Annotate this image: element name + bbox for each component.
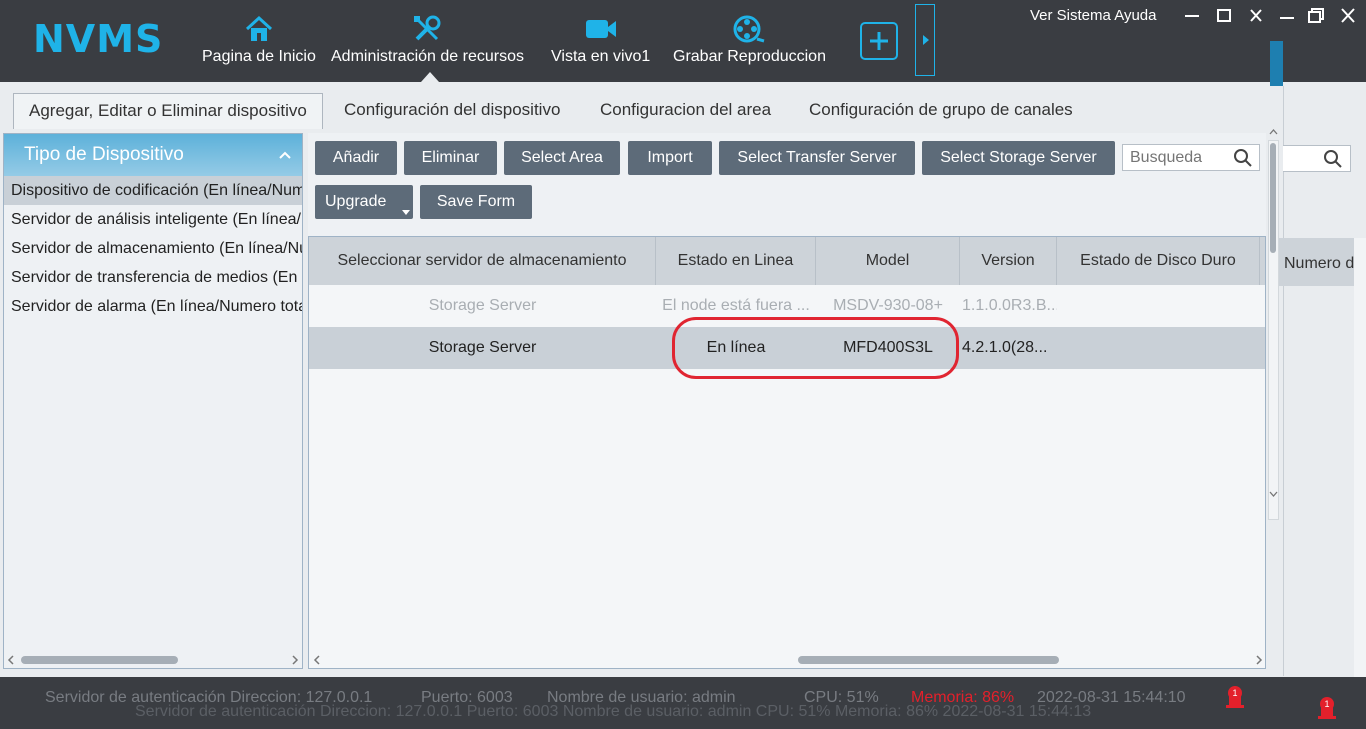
left-horizontal-scrollbar[interactable] [4, 652, 302, 668]
tab-device-config[interactable]: Configuración del dispositivo [344, 93, 560, 129]
cell-storage-server: Storage Server [428, 339, 537, 356]
maximize-window-icon[interactable] [1304, 6, 1328, 26]
close-window-icon[interactable] [1336, 6, 1360, 26]
nav-resources-label: Administración de recursos [331, 48, 524, 65]
delete-button[interactable]: Eliminar [404, 141, 497, 175]
video-camera-icon [585, 20, 616, 38]
alarm-indicator[interactable]: 1 [1224, 686, 1246, 708]
home-icon [245, 15, 272, 41]
device-type-panel: Tipo de Dispositivo Dispositivo de codif… [3, 133, 303, 669]
cell-version: 1.1.0.0R3.B... [962, 297, 1057, 314]
search-box[interactable] [1122, 144, 1260, 171]
status-cpu: CPU: 51% [804, 689, 879, 706]
background-search [1283, 145, 1351, 172]
select-transfer-server-button[interactable]: Select Transfer Server [719, 141, 915, 175]
device-type-transfer[interactable]: Servidor de transferencia de medios (En … [4, 263, 302, 292]
system-menu[interactable]: Ver Sistema Ayuda [1030, 7, 1156, 24]
column-header-disk-status[interactable]: Estado de Disco Duro [1057, 237, 1260, 285]
cell-storage-server: Storage Server [428, 297, 537, 314]
chevron-right-icon[interactable] [291, 655, 299, 665]
top-bar: NVMS Pagina de Inicio Administración de … [0, 0, 1366, 82]
table-header: Seleccionar servidor de almacenamiento E… [309, 237, 1265, 285]
column-header-storage-server[interactable]: Seleccionar servidor de almacenamiento [309, 237, 656, 285]
cell-version: 4.2.1.0(28... [962, 339, 1048, 356]
table-horizontal-scrollbar[interactable] [309, 652, 1265, 668]
select-storage-server-button[interactable]: Select Storage Server [922, 141, 1115, 175]
minimize-icon[interactable] [1180, 6, 1204, 26]
alarm-indicator-background: 1 [1316, 697, 1338, 719]
nav-playback-label: Grabar Reproduccion [673, 48, 826, 65]
status-port: Puerto: 6003 [421, 689, 513, 706]
active-nav-indicator [421, 72, 439, 82]
status-user: Nombre de usuario: admin [547, 689, 736, 706]
background-column-header: Numero de [1270, 238, 1366, 286]
search-input[interactable] [1123, 145, 1231, 170]
column-header-online-status[interactable]: Estado en Linea [656, 237, 816, 285]
alarm-count-badge: 1 [1320, 697, 1334, 711]
left-scroll-thumb[interactable] [21, 656, 178, 664]
nav-home-label: Pagina de Inicio [202, 48, 316, 65]
save-form-button[interactable]: Save Form [420, 185, 532, 219]
device-type-encoding[interactable]: Dispositivo de codificación (En línea/Nu… [4, 176, 302, 205]
background-scrollbar [1354, 238, 1366, 678]
chevron-right-icon [923, 35, 929, 45]
device-type-analysis[interactable]: Servidor de análisis inteligente (En lín… [4, 205, 302, 234]
expand-nav-button[interactable] [915, 4, 935, 76]
column-header-model[interactable]: Model [816, 237, 960, 285]
device-table: Seleccionar servidor de almacenamiento E… [308, 236, 1266, 669]
upgrade-label: Upgrade [325, 193, 387, 210]
search-icon [1324, 150, 1342, 168]
dropdown-arrow-icon [402, 210, 410, 215]
panel-vertical-scrollbar[interactable] [1268, 126, 1279, 521]
column-header-version[interactable]: Version [960, 237, 1057, 285]
tab-add-edit-delete[interactable]: Agregar, Editar o Eliminar dispositivo [13, 93, 323, 129]
chevron-up-icon [279, 151, 291, 159]
nav-home[interactable]: Pagina de Inicio [202, 14, 316, 66]
vertical-scroll-thumb[interactable] [1270, 143, 1276, 253]
device-type-storage[interactable]: Servidor de almacenamiento (En línea/Num… [4, 234, 302, 263]
alarm-count-badge: 1 [1228, 686, 1242, 700]
tab-area-config[interactable]: Configuracion del area [600, 93, 771, 129]
chevron-up-icon[interactable] [1269, 128, 1278, 136]
tab-channel-group-config[interactable]: Configuración de grupo de canales [809, 93, 1073, 129]
annotation-highlight [672, 317, 959, 379]
chevron-left-icon[interactable] [313, 655, 321, 665]
table-scroll-thumb[interactable] [798, 656, 1059, 664]
nav-live-view[interactable]: Vista en vivo1 [551, 14, 650, 66]
nav-playback[interactable]: Grabar Reproduccion [673, 14, 826, 66]
status-datetime: 2022-08-31 15:44:10 [1037, 689, 1186, 706]
app-logo: NVMS [33, 17, 164, 61]
status-auth-server: Servidor de autenticación Direccion: 127… [45, 689, 373, 706]
status-bar: Servidor de autenticación Direccion: 127… [0, 677, 1366, 729]
chevron-down-icon[interactable] [1269, 490, 1278, 498]
window-edge [1270, 41, 1283, 86]
device-type-alarm[interactable]: Servidor de alarma (En línea/Numero tota… [4, 292, 302, 321]
status-memory: Memoria: 86% [911, 689, 1015, 706]
device-type-header[interactable]: Tipo de Dispositivo [4, 134, 302, 176]
upgrade-dropdown[interactable]: Upgrade [315, 185, 413, 219]
import-button[interactable]: Import [628, 141, 712, 175]
tools-icon [414, 15, 441, 41]
plus-icon [870, 32, 888, 50]
chevron-left-icon[interactable] [7, 655, 15, 665]
nav-live-view-label: Vista en vivo1 [551, 48, 651, 65]
restore-icon[interactable] [1212, 6, 1236, 26]
nav-resources[interactable]: Administración de recursos [331, 14, 524, 66]
chevron-right-icon[interactable] [1255, 655, 1263, 665]
minimize-window-icon[interactable] [1275, 6, 1299, 26]
device-type-title: Tipo de Dispositivo [24, 144, 184, 165]
add-button[interactable]: Añadir [315, 141, 397, 175]
add-page-button[interactable] [860, 22, 898, 60]
search-icon[interactable] [1233, 148, 1253, 168]
close-icon[interactable] [1244, 6, 1268, 26]
column-header-clipped: Numero de [1284, 255, 1364, 272]
select-area-button[interactable]: Select Area [504, 141, 620, 175]
film-reel-icon [733, 15, 765, 43]
tab-bar: Agregar, Editar o Eliminar dispositivo C… [0, 86, 1283, 129]
